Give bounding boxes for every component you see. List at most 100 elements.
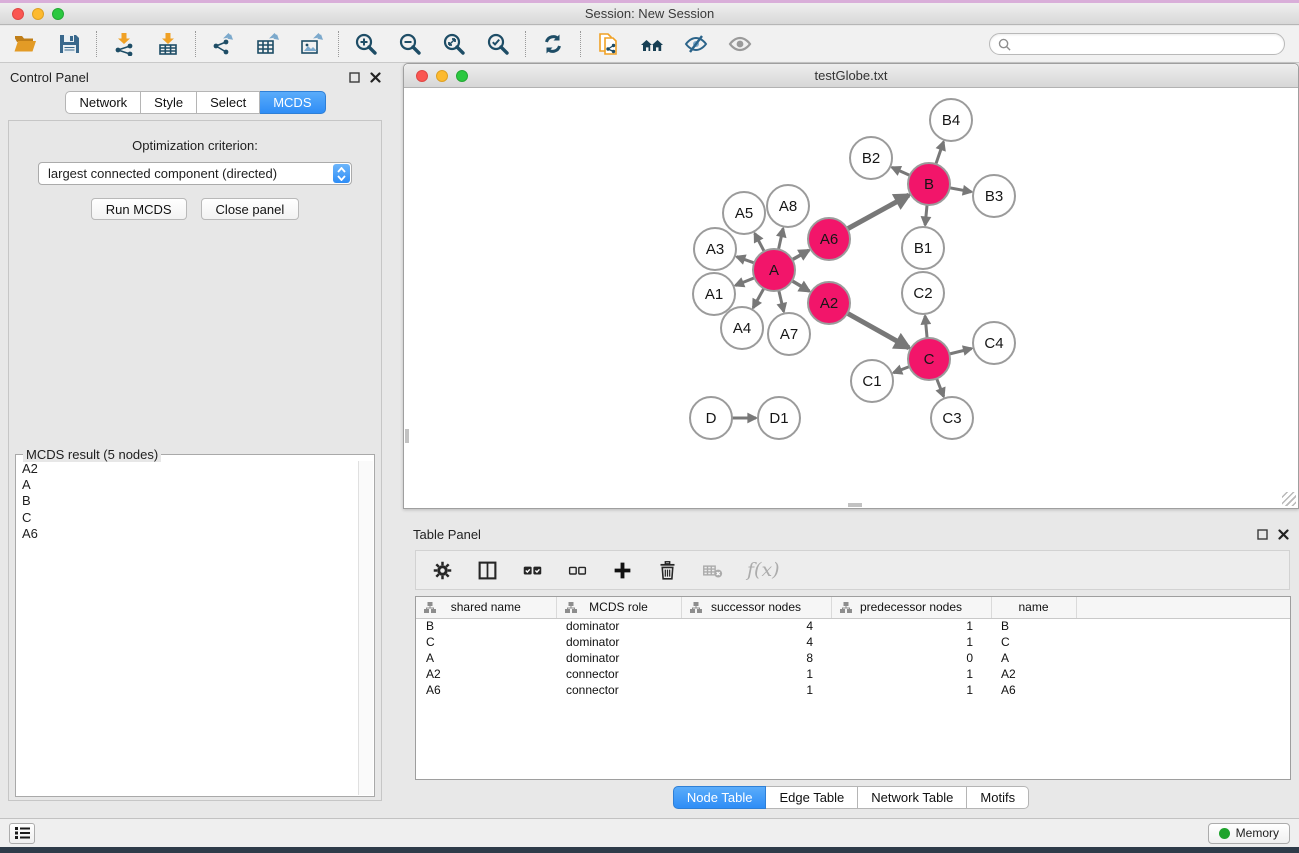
table-cell[interactable]: 4 <box>681 634 831 650</box>
table-cell[interactable] <box>1076 634 1290 650</box>
table-cell[interactable] <box>1076 682 1290 698</box>
mcds-result-item[interactable]: C <box>17 510 358 526</box>
table-cell[interactable]: C <box>991 634 1076 650</box>
hide-preview-button[interactable] <box>683 31 709 57</box>
graph-node-A3[interactable]: A3 <box>694 228 736 270</box>
graph-node-C2[interactable]: C2 <box>902 272 944 314</box>
function-builder-button[interactable]: f(x) <box>747 559 780 581</box>
tab-style[interactable]: Style <box>141 91 197 114</box>
network-view-window[interactable]: testGlobe.txt AA1A2A3A4A5A6A7A8BB1B2B3B4… <box>403 63 1299 509</box>
column-header[interactable]: MCDS role <box>556 597 681 618</box>
search-input[interactable] <box>1016 37 1276 52</box>
tab-node-table[interactable]: Node Table <box>673 786 767 809</box>
duplicate-network-button[interactable] <box>595 31 621 57</box>
run-mcds-button[interactable]: Run MCDS <box>91 198 187 220</box>
table-cell[interactable] <box>1076 618 1290 634</box>
table-cell[interactable]: 4 <box>681 618 831 634</box>
graph-node-A2[interactable]: A2 <box>808 282 850 324</box>
task-history-button[interactable] <box>9 823 35 844</box>
export-image-button[interactable] <box>298 31 324 57</box>
graph-node-C1[interactable]: C1 <box>851 360 893 402</box>
table-cell[interactable]: 0 <box>831 650 991 666</box>
graph-node-A4[interactable]: A4 <box>721 307 763 349</box>
node-table[interactable]: shared name MCDS role successor nodes pr… <box>415 596 1291 780</box>
graph-node-C[interactable]: C <box>908 338 950 380</box>
graph-node-A[interactable]: A <box>753 249 795 291</box>
mcds-result-item[interactable]: A2 <box>17 461 358 477</box>
tab-edge-table[interactable]: Edge Table <box>766 786 858 809</box>
graph-node-C3[interactable]: C3 <box>931 397 973 439</box>
zoom-out-button[interactable] <box>397 31 423 57</box>
open-session-button[interactable] <box>12 31 38 57</box>
delete-table-button[interactable] <box>702 560 723 581</box>
mcds-result-item[interactable]: B <box>17 493 358 509</box>
table-cell[interactable]: B <box>991 618 1076 634</box>
save-session-button[interactable] <box>56 31 82 57</box>
table-cell[interactable]: connector <box>556 682 681 698</box>
add-row-button[interactable] <box>612 560 633 581</box>
search-box[interactable] <box>989 33 1285 55</box>
tab-network[interactable]: Network <box>65 91 141 114</box>
graph-node-C4[interactable]: C4 <box>973 322 1015 364</box>
tab-motifs[interactable]: Motifs <box>967 786 1029 809</box>
export-network-button[interactable] <box>210 31 236 57</box>
column-header[interactable] <box>1076 597 1290 618</box>
close-panel-button[interactable]: Close panel <box>201 198 300 220</box>
graph-node-A7[interactable]: A7 <box>768 313 810 355</box>
table-cell[interactable]: A2 <box>416 666 556 682</box>
table-cell[interactable] <box>1076 666 1290 682</box>
home-button[interactable] <box>639 31 665 57</box>
memory-button[interactable]: Memory <box>1208 823 1290 844</box>
tab-network-table[interactable]: Network Table <box>858 786 967 809</box>
table-row[interactable]: Bdominator41B <box>416 618 1290 634</box>
canvas-vscroll-tick[interactable] <box>405 429 409 443</box>
table-cell[interactable]: 8 <box>681 650 831 666</box>
table-columns-button[interactable] <box>477 560 498 581</box>
select-all-button[interactable] <box>522 560 543 581</box>
graph-node-B2[interactable]: B2 <box>850 137 892 179</box>
export-table-button[interactable] <box>254 31 280 57</box>
table-cell[interactable]: A <box>991 650 1076 666</box>
deselect-all-button[interactable] <box>567 560 588 581</box>
graph-node-A6[interactable]: A6 <box>808 218 850 260</box>
graph-node-D1[interactable]: D1 <box>758 397 800 439</box>
table-cell[interactable]: 1 <box>681 682 831 698</box>
tab-mcds[interactable]: MCDS <box>260 91 325 114</box>
network-window-titlebar[interactable]: testGlobe.txt <box>404 64 1298 88</box>
close-table-panel-icon[interactable] <box>1278 529 1289 540</box>
mcds-result-scrollbar[interactable] <box>358 461 373 795</box>
zoom-in-button[interactable] <box>353 31 379 57</box>
float-panel-icon[interactable] <box>349 72 360 83</box>
table-cell[interactable]: 1 <box>831 666 991 682</box>
table-cell[interactable]: 1 <box>831 682 991 698</box>
table-cell[interactable]: A <box>416 650 556 666</box>
graph-node-B[interactable]: B <box>908 163 950 205</box>
table-cell[interactable]: dominator <box>556 618 681 634</box>
network-graph[interactable]: AA1A2A3A4A5A6A7A8BB1B2B3B4CC1C2C3C4DD1 <box>405 89 1297 507</box>
import-network-button[interactable] <box>111 31 137 57</box>
table-cell[interactable]: 1 <box>831 634 991 650</box>
column-header[interactable]: successor nodes <box>681 597 831 618</box>
tab-select[interactable]: Select <box>197 91 260 114</box>
table-settings-button[interactable] <box>432 560 453 581</box>
close-panel-icon[interactable] <box>370 72 381 83</box>
table-cell[interactable]: 1 <box>831 618 991 634</box>
mcds-result-item[interactable]: A <box>17 477 358 493</box>
table-cell[interactable]: 1 <box>681 666 831 682</box>
graph-node-D[interactable]: D <box>690 397 732 439</box>
window-resize-grip[interactable] <box>1282 492 1296 506</box>
table-cell[interactable]: connector <box>556 666 681 682</box>
zoom-selected-button[interactable] <box>485 31 511 57</box>
column-header[interactable]: shared name <box>416 597 556 618</box>
show-preview-button[interactable] <box>727 31 753 57</box>
graph-node-A5[interactable]: A5 <box>723 192 765 234</box>
refresh-button[interactable] <box>540 31 566 57</box>
table-row[interactable]: Cdominator41C <box>416 634 1290 650</box>
table-row[interactable]: Adominator80A <box>416 650 1290 666</box>
table-cell[interactable]: B <box>416 618 556 634</box>
table-cell[interactable]: dominator <box>556 650 681 666</box>
graph-node-B4[interactable]: B4 <box>930 99 972 141</box>
graph-node-B3[interactable]: B3 <box>973 175 1015 217</box>
graph-node-A1[interactable]: A1 <box>693 273 735 315</box>
table-cell[interactable]: A2 <box>991 666 1076 682</box>
